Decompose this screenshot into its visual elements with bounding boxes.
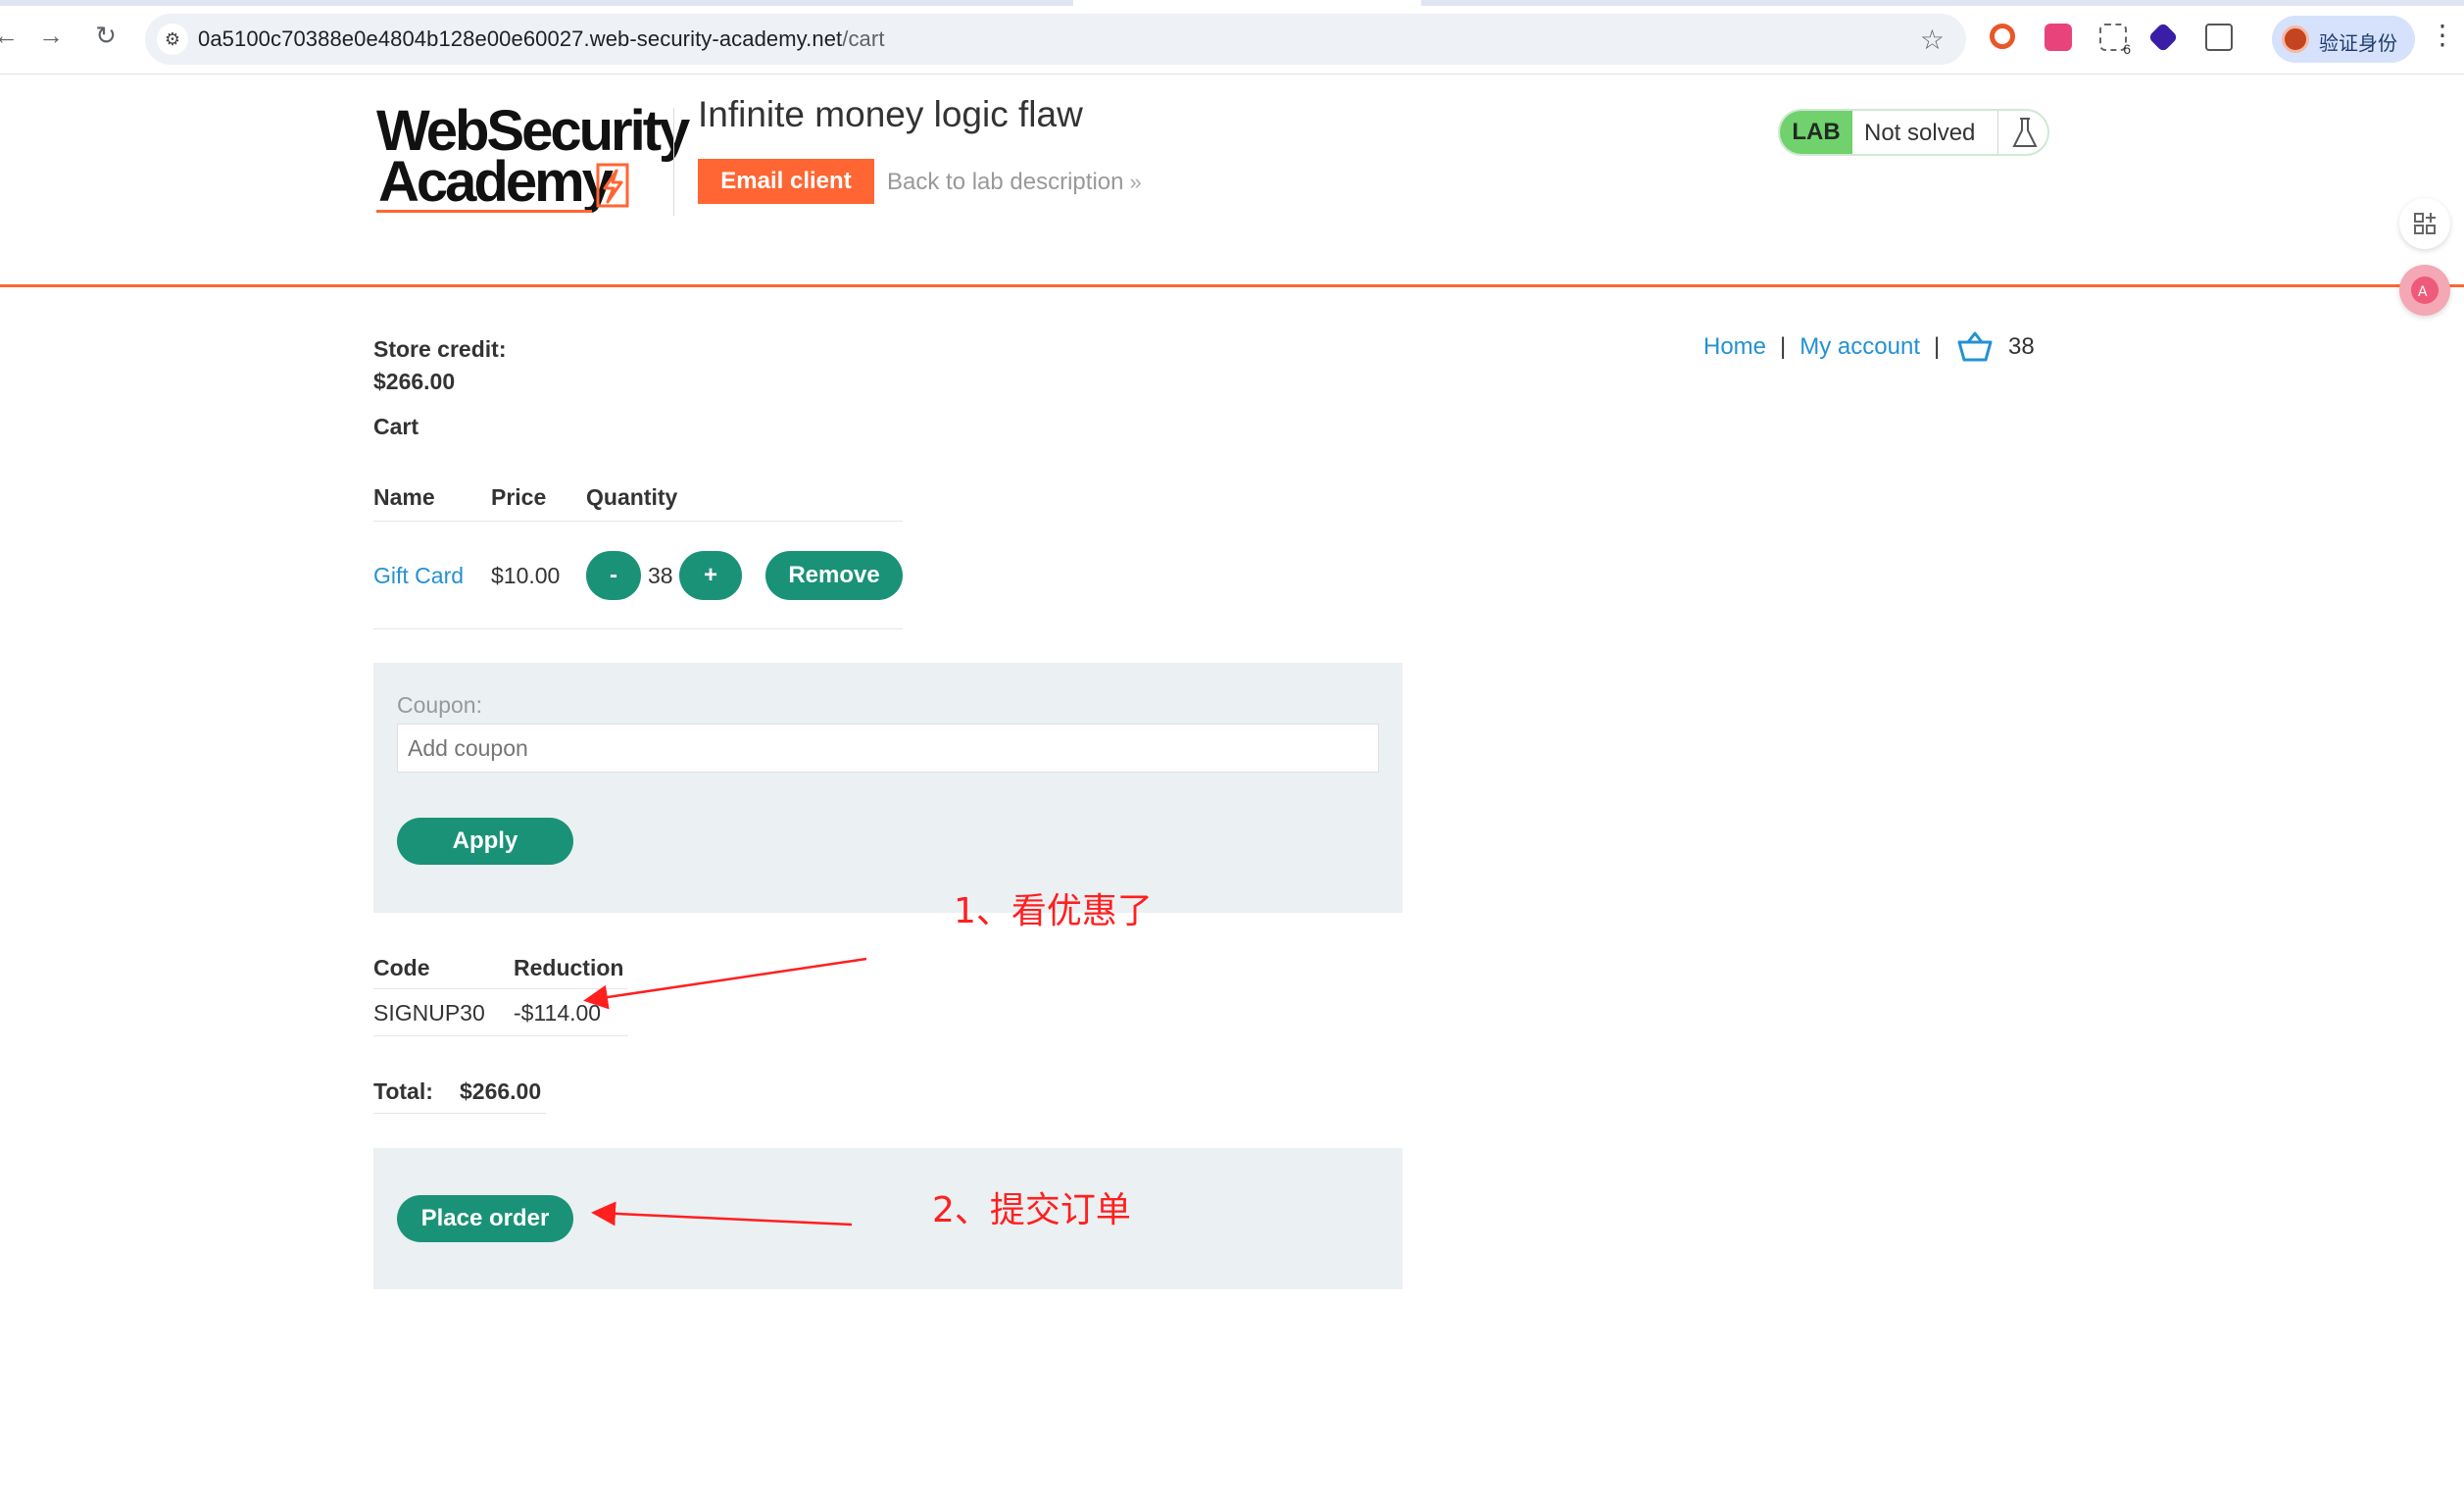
annotation-arrows xyxy=(583,957,867,1227)
arrow-to-place-order xyxy=(591,1201,853,1227)
arrow-to-reduction xyxy=(583,957,867,1010)
